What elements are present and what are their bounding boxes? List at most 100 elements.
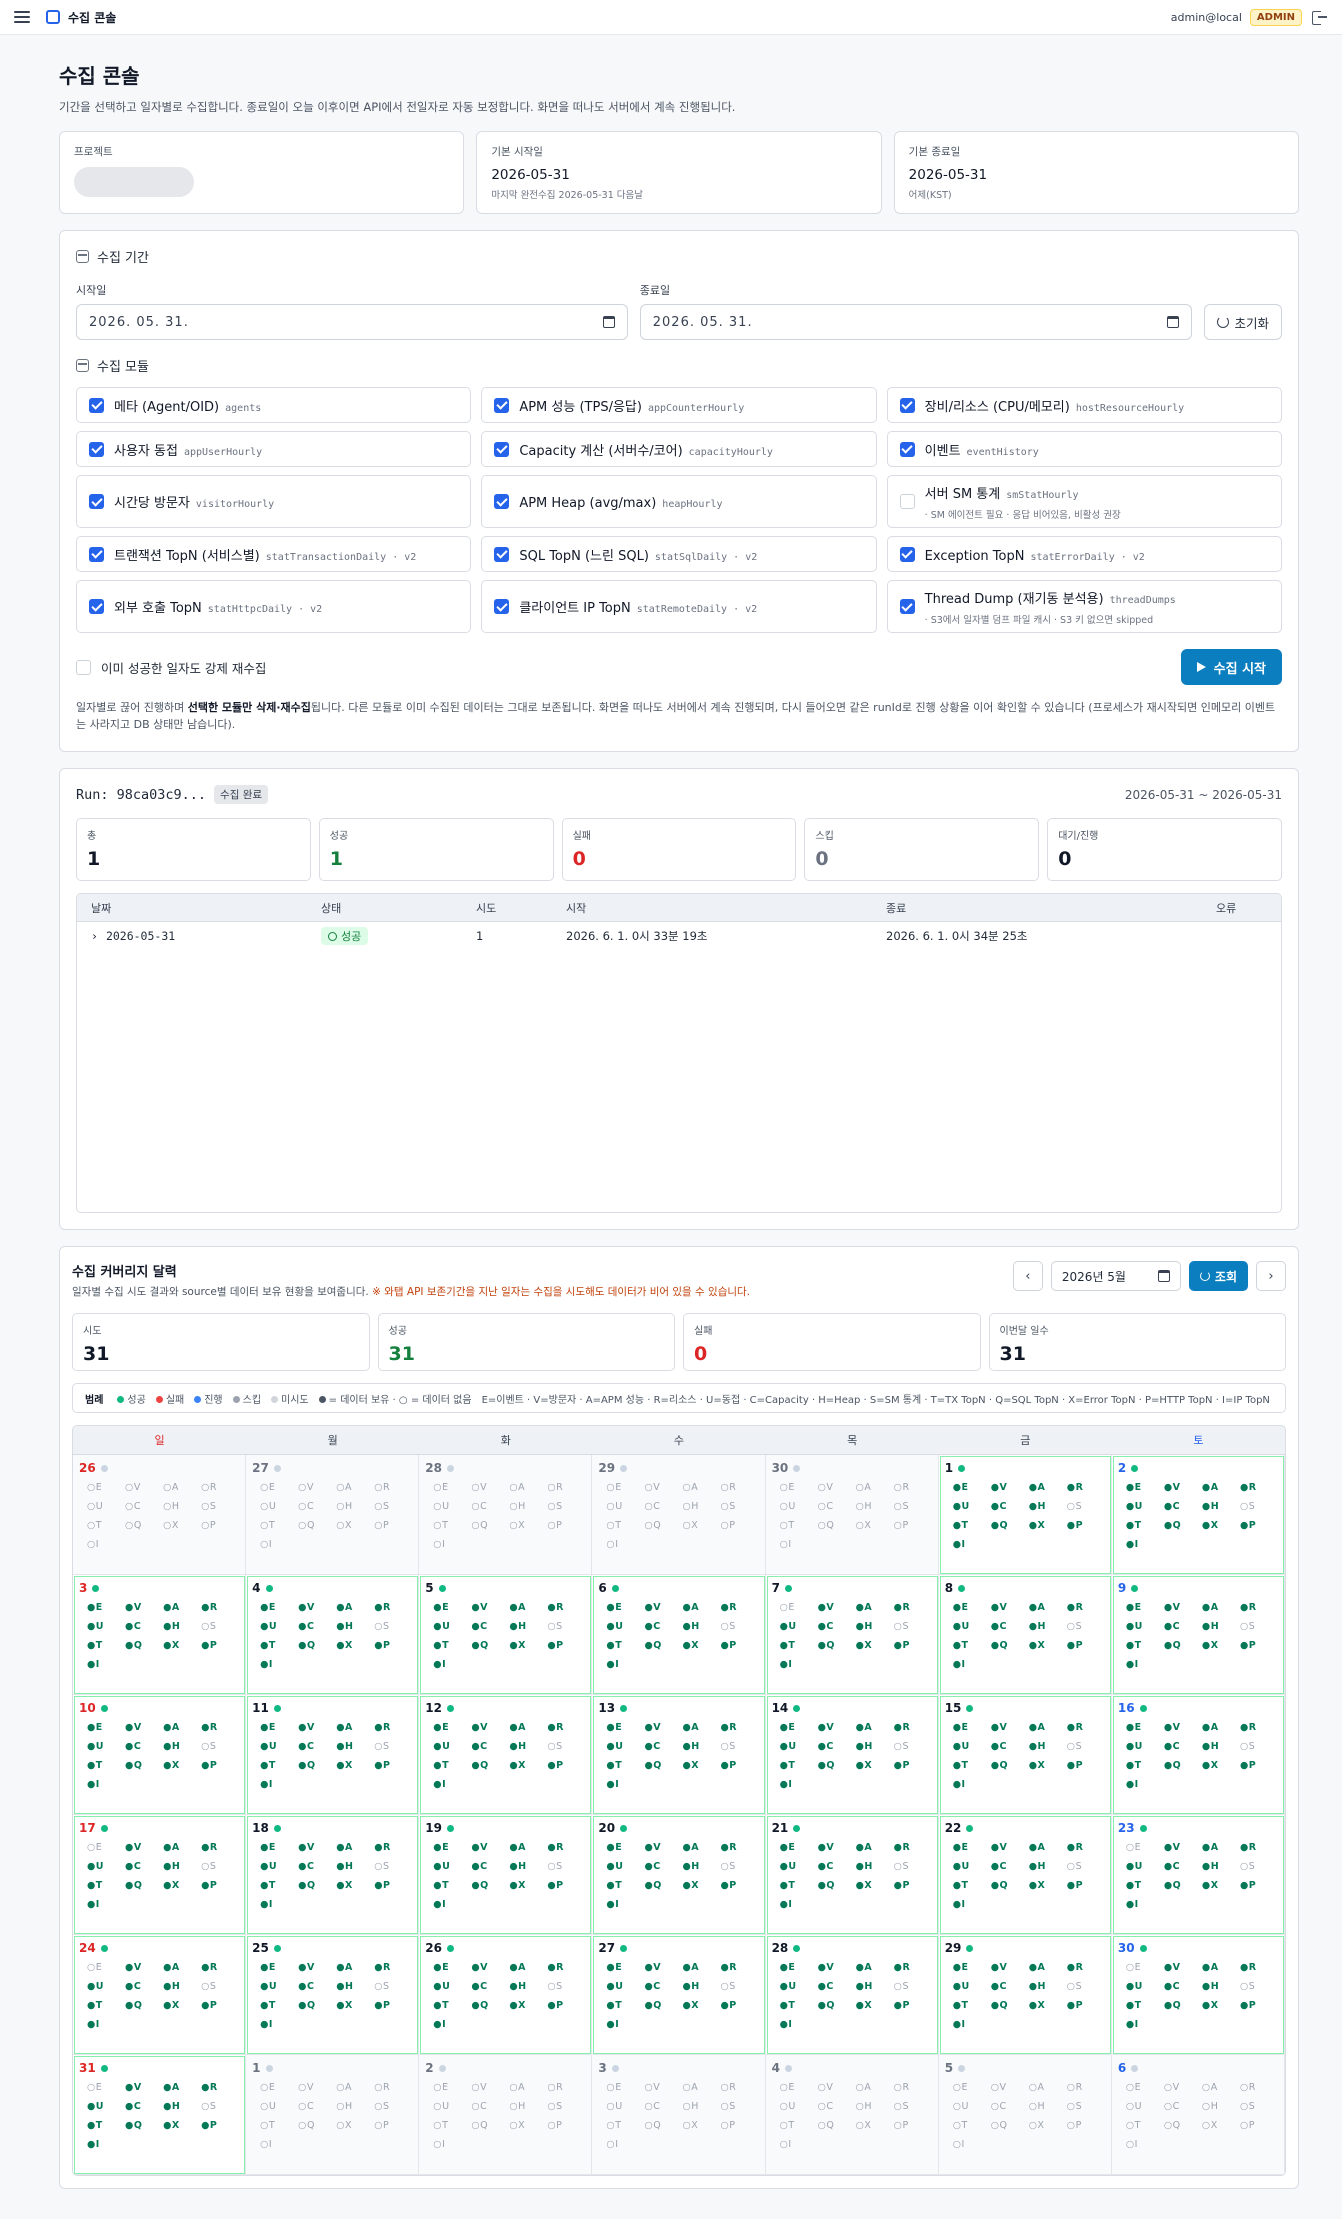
module-item-statTransactionDaily[interactable]: 트랜잭션 TopN (서비스별) statTransactionDaily · v… xyxy=(76,536,472,572)
module-checkbox[interactable] xyxy=(89,494,104,509)
calendar-day[interactable]: 5 ○E ○V ○A ○R ○U ○C ○H ○S ○T ○Q ○X ○P ○I xyxy=(938,2055,1112,2175)
module-name: 이벤트 xyxy=(924,443,961,459)
menu-icon[interactable] xyxy=(14,11,30,23)
source-code-I: ○I xyxy=(1125,2139,1138,2150)
calendar-day[interactable]: 6 ●E ●V ●A ●R ●U ●C ●H ○S ●T ●Q ●X ●P ●I xyxy=(592,1575,766,1695)
module-checkbox[interactable] xyxy=(494,494,510,509)
start-collection-button[interactable]: 수집 시작 xyxy=(1180,649,1282,685)
run-stat-value: 0 xyxy=(815,848,829,870)
module-item-statErrorDaily[interactable]: Exception TopN statErrorDaily · v2 xyxy=(886,536,1282,572)
source-code-R: ●R xyxy=(893,1602,911,1613)
module-item-smStatHourly[interactable]: 서버 SM 통계 smStatHourly · SM 에이전트 필요 · 응답 비어… xyxy=(886,475,1282,528)
next-month-button[interactable]: › xyxy=(1256,1261,1286,1291)
calendar-day[interactable]: 31 ○E ●V ●A ●R ●U ●C ●H ○S ●T ●Q ●X ●P ●I xyxy=(73,2055,247,2175)
module-item-eventHistory[interactable]: 이벤트 eventHistory xyxy=(886,431,1282,467)
calendar-day[interactable]: 23 ○E ●V ●A ●R ●U ●C ●H ○S ●T ●Q ●X ●P ●I xyxy=(1111,1815,1285,1935)
calendar-day[interactable]: 19 ●E ●V ●A ●R ●U ●C ●H ○S ●T ●Q ●X ●P ●I xyxy=(419,1815,593,1935)
calendar-day[interactable]: 21 ●E ●V ●A ●R ●U ●C ●H ○S ●T ●Q ●X ●P ●I xyxy=(765,1815,939,1935)
end-date-input[interactable]: 2026. 05. 31. xyxy=(639,304,1192,340)
month-input[interactable]: 2026년 5월 xyxy=(1050,1261,1181,1291)
reset-button[interactable]: 초기화 xyxy=(1203,304,1283,340)
module-checkbox[interactable] xyxy=(899,546,915,562)
calendar-day[interactable]: 26 ○E ○V ○A ○R ○U ○C ○H ○S ○T ○Q ○X ○P ○I xyxy=(73,1455,247,1575)
calendar-day[interactable]: 13 ●E ●V ●A ●R ●U ●C ●H ○S ●T ●Q ●X ●P ●I xyxy=(592,1695,766,1815)
calendar-day[interactable]: 27 ●E ●V ●A ●R ●U ●C ●H ○S ●T ●Q ●X ●P ●I xyxy=(592,1935,766,2055)
query-button[interactable]: 조회 xyxy=(1188,1261,1248,1291)
calendar-day[interactable]: 22 ●E ●V ●A ●R ●U ●C ●H ○S ●T ●Q ●X ●P ●I xyxy=(938,1815,1112,1935)
source-code-C: ●C xyxy=(298,1741,315,1752)
module-checkbox[interactable] xyxy=(89,441,104,457)
month-picker-icon[interactable] xyxy=(1157,1270,1170,1282)
prev-month-button[interactable]: ‹ xyxy=(1012,1261,1043,1291)
module-checkbox[interactable] xyxy=(494,397,510,413)
calendar-day[interactable]: 12 ●E ●V ●A ●R ●U ●C ●H ○S ●T ●Q ●X ●P ●I xyxy=(419,1695,593,1815)
source-code-V: ●V xyxy=(817,1722,835,1733)
calendar-day[interactable]: 8 ●E ●V ●A ●R ●U ●C ●H ○S ●T ●Q ●X ●P ●I xyxy=(938,1575,1112,1695)
calendar-day[interactable]: 6 ○E ○V ○A ○R ○U ○C ○H ○S ○T ○Q ○X ○P ○I xyxy=(1111,2055,1285,2175)
calendar-day[interactable]: 27 ○E ○V ○A ○R ○U ○C ○H ○S ○T ○Q ○X ○P ○I xyxy=(246,1455,420,1575)
date-picker-icon[interactable] xyxy=(1166,316,1179,328)
module-checkbox[interactable] xyxy=(494,599,510,614)
date-picker-icon[interactable] xyxy=(602,316,615,328)
calendar-day[interactable]: 26 ●E ●V ●A ●R ●U ●C ●H ○S ●T ●Q ●X ●P ●I xyxy=(419,1935,593,2055)
module-checkbox[interactable] xyxy=(899,397,915,413)
calendar-day[interactable]: 1 ○E ○V ○A ○R ○U ○C ○H ○S ○T ○Q ○X ○P ○I xyxy=(246,2055,420,2175)
calendar-day[interactable]: 16 ●E ●V ●A ●R ●U ●C ●H ○S ●T ●Q ●X ●P ●I xyxy=(1111,1695,1285,1815)
module-checkbox[interactable] xyxy=(89,546,104,562)
calendar-day[interactable]: 1 ●E ●V ●A ●R ●U ●C ●H ○S ●T ●Q ●X ●P ●I xyxy=(938,1455,1112,1575)
module-checkbox[interactable] xyxy=(899,494,915,509)
calendar-day[interactable]: 11 ●E ●V ●A ●R ●U ●C ●H ○S ●T ●Q ●X ●P ●I xyxy=(246,1695,420,1815)
module-checkbox[interactable] xyxy=(89,599,104,614)
expand-chevron-icon[interactable]: › xyxy=(91,929,98,943)
calendar-day[interactable]: 30 ○E ●V ●A ●R ●U ●C ●H ○S ●T ●Q ●X ●P ●I xyxy=(1111,1935,1285,2055)
calendar-day[interactable]: 10 ●E ●V ●A ●R ●U ●C ●H ○S ●T ●Q ●X ●P ●I xyxy=(73,1695,247,1815)
module-item-statHttpcDaily[interactable]: 외부 호출 TopN statHttpcDaily · v2 xyxy=(76,580,472,633)
calendar-day[interactable]: 24 ○E ●V ●A ●R ●U ●C ●H ○S ●T ●Q ●X ●P ●I xyxy=(73,1935,247,2055)
module-item-statRemoteDaily[interactable]: 클라이언트 IP TopN statRemoteDaily · v2 xyxy=(481,580,877,633)
row-end: 2026. 6. 1. 0시 34분 25초 xyxy=(886,929,1028,943)
module-item-heapHourly[interactable]: APM Heap (avg/max) heapHourly xyxy=(481,475,877,528)
module-checkbox[interactable] xyxy=(899,441,915,457)
module-item-appCounterHourly[interactable]: APM 성능 (TPS/응답) appCounterHourly xyxy=(481,387,877,423)
calendar-legend: 범례 성공 실패 진행 스킵 미시도 = 데이터 보유 · ○ = 데이터 없음 E=이벤트 … xyxy=(72,1383,1286,1413)
module-checkbox[interactable] xyxy=(494,546,510,562)
calendar-day[interactable]: 28 ○E ○V ○A ○R ○U ○C ○H ○S ○T ○Q ○X ○P ○I xyxy=(419,1455,593,1575)
calendar-day[interactable]: 4 ○E ○V ○A ○R ○U ○C ○H ○S ○T ○Q ○X ○P ○I xyxy=(765,2055,939,2175)
module-item-capacityHourly[interactable]: Capacity 계산 (서버수/코어) capacityHourly xyxy=(481,431,877,467)
calendar-day[interactable]: 17 ○E ●V ●A ●R ●U ●C ●H ○S ●T ●Q ●X ●P ●I xyxy=(73,1815,247,1935)
calendar-day[interactable]: 9 ●E ●V ●A ●R ●U ●C ●H ○S ●T ●Q ●X ●P ●I xyxy=(1111,1575,1285,1695)
calendar-day[interactable]: 7 ○E ●V ●A ●R ●U ●C ●H ○S ●T ●Q ●X ●P ●I xyxy=(765,1575,939,1695)
calendar-day[interactable]: 4 ●E ●V ●A ●R ●U ●C ●H ○S ●T ●Q ●X ●P ●I xyxy=(246,1575,420,1695)
module-item-threadDumps[interactable]: Thread Dump (재기동 분석용) threadDumps · S3에서 일… xyxy=(886,580,1282,633)
calendar-day[interactable]: 3 ●E ●V ●A ●R ●U ●C ●H ○S ●T ●Q ●X ●P ●I xyxy=(73,1575,247,1695)
calendar-day[interactable]: 2 ○E ○V ○A ○R ○U ○C ○H ○S ○T ○Q ○X ○P ○I xyxy=(419,2055,593,2175)
module-checkbox[interactable] xyxy=(899,599,915,614)
calendar-day[interactable]: 18 ●E ●V ●A ●R ●U ●C ●H ○S ●T ●Q ●X ●P ●I xyxy=(246,1815,420,1935)
calendar-day[interactable]: 28 ●E ●V ●A ●R ●U ●C ●H ○S ●T ●Q ●X ●P ●I xyxy=(765,1935,939,2055)
module-item-statSqlDaily[interactable]: SQL TopN (느린 SQL) statSqlDaily · v2 xyxy=(481,536,877,572)
force-recollect-checkbox[interactable] xyxy=(76,659,91,675)
force-recollect-toggle[interactable]: 이미 성공한 일자도 강제 재수집 xyxy=(76,658,266,677)
calendar-day[interactable]: 20 ●E ●V ●A ●R ●U ●C ●H ○S ●T ●Q ●X ●P ●I xyxy=(592,1815,766,1935)
calendar-day[interactable]: 25 ●E ●V ●A ●R ●U ●C ●H ○S ●T ●Q ●X ●P ●I xyxy=(246,1935,420,2055)
calendar-day[interactable]: 5 ●E ●V ●A ●R ●U ●C ●H ○S ●T ●Q ●X ●P ●I xyxy=(419,1575,593,1695)
logout-icon[interactable] xyxy=(1312,10,1328,25)
source-code-V: ●V xyxy=(990,1722,1008,1733)
start-date-input[interactable]: 2026. 05. 31. xyxy=(76,304,628,340)
calendar-day[interactable]: 15 ●E ●V ●A ●R ●U ●C ●H ○S ●T ●Q ●X ●P ●I xyxy=(938,1695,1112,1815)
source-code-Q: ●Q xyxy=(990,1880,1009,1891)
calendar-day[interactable]: 2 ●E ●V ●A ●R ●U ●C ●H ○S ●T ●Q ●X ●P ●I xyxy=(1111,1455,1285,1575)
calendar-day[interactable]: 3 ○E ○V ○A ○R ○U ○C ○H ○S ○T ○Q ○X ○P ○I xyxy=(592,2055,766,2175)
module-checkbox[interactable] xyxy=(494,441,510,457)
calendar-day[interactable]: 29 ○E ○V ○A ○R ○U ○C ○H ○S ○T ○Q ○X ○P ○I xyxy=(592,1455,766,1575)
module-item-visitorHourly[interactable]: 시간당 방문자 visitorHourly xyxy=(76,475,472,528)
source-code-R: ○R xyxy=(547,1482,564,1493)
calendar-day[interactable]: 14 ●E ●V ●A ●R ●U ●C ●H ○S ●T ●Q ●X ●P ●I xyxy=(765,1695,939,1815)
table-row[interactable]: › 2026-05-31 성공 1 2026. 6. 1. 0시 33분 19초 2026… xyxy=(77,922,1281,950)
calendar-day[interactable]: 30 ○E ○V ○A ○R ○U ○C ○H ○S ○T ○Q ○X ○P ○I xyxy=(765,1455,939,1575)
module-item-agents[interactable]: 메타 (Agent/OID) agents xyxy=(76,387,472,423)
module-item-appUserHourly[interactable]: 사용자 동접 appUserHourly xyxy=(76,431,472,467)
calendar-day[interactable]: 29 ●E ●V ●A ●R ●U ●C ●H ○S ●T ●Q ●X ●P ●I xyxy=(938,1935,1112,2055)
module-checkbox[interactable] xyxy=(89,397,104,413)
module-item-hostResourceHourly[interactable]: 장비/리소스 (CPU/메모리) hostResourceHourly xyxy=(886,387,1282,423)
